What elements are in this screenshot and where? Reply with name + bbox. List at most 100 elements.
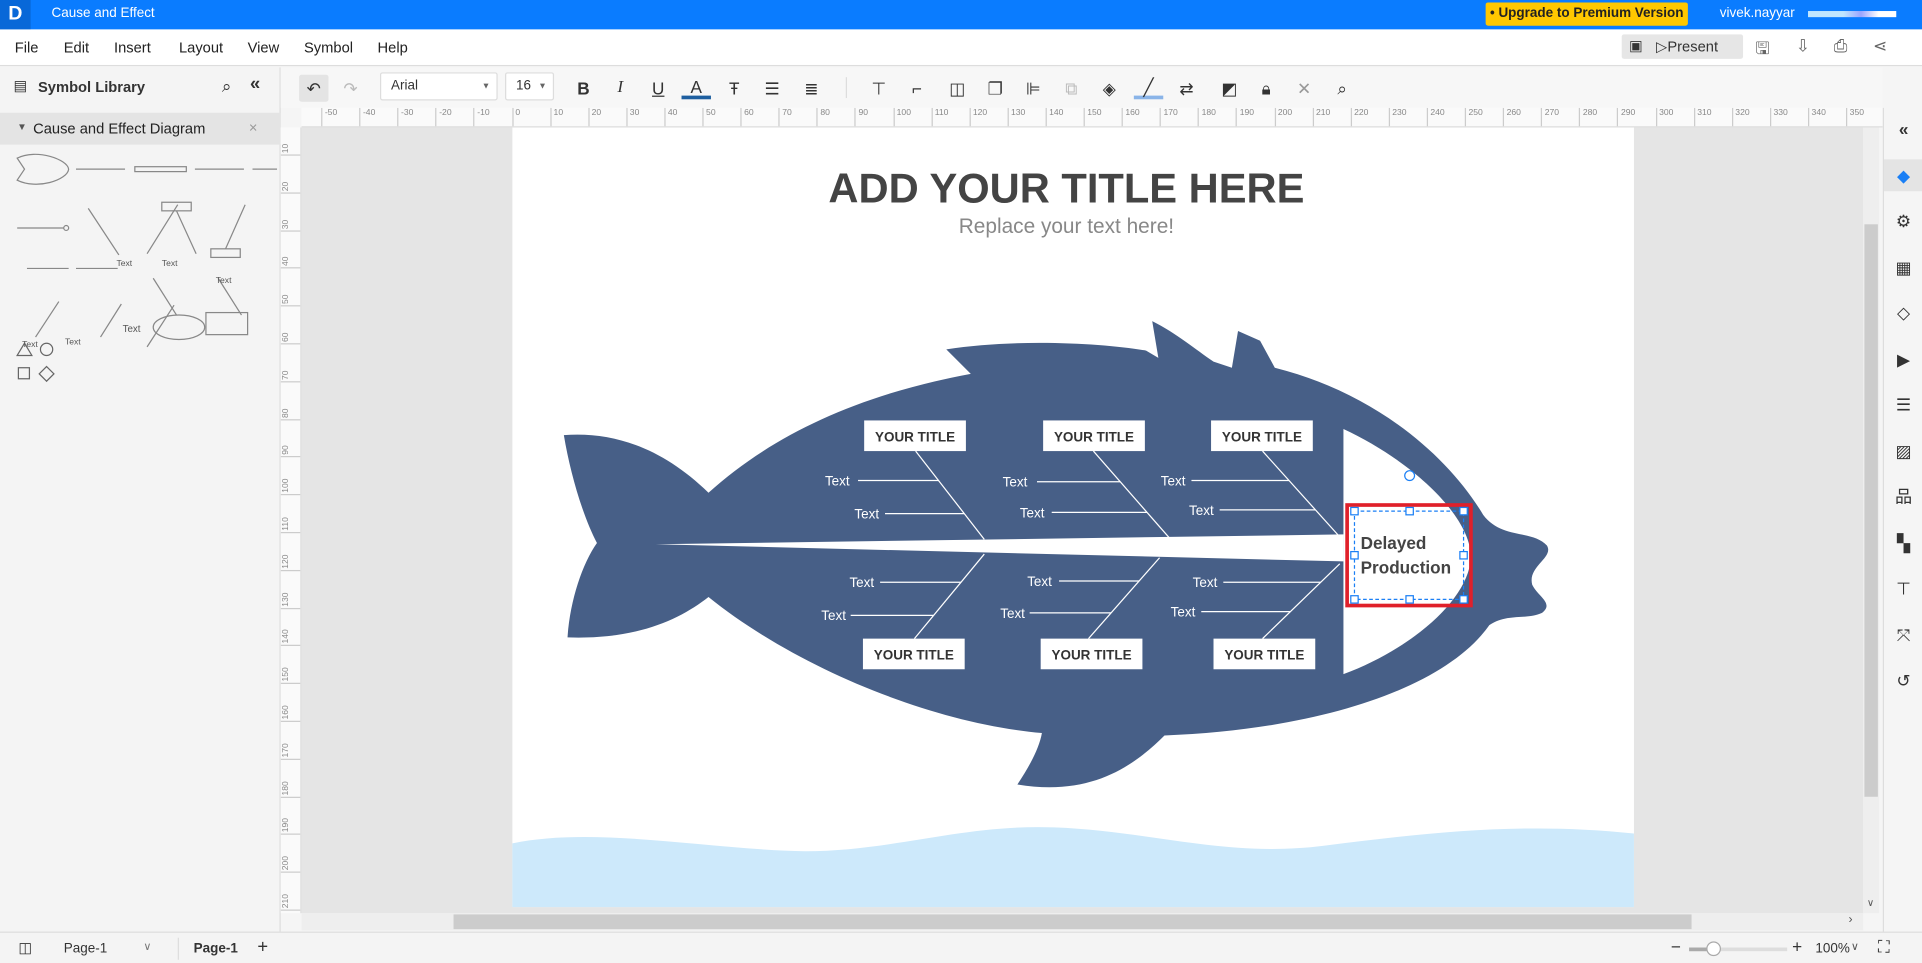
shape-text-bone-1[interactable] [152,277,178,316]
section-cause-effect[interactable]: ▼ Cause and Effect Diagram × [0,112,281,145]
menu-insert[interactable]: Insert [114,39,151,56]
add-page-icon[interactable]: + [257,936,268,957]
shape-fish[interactable] [16,153,70,185]
save-icon[interactable]: 🖫 [1755,36,1770,65]
duplicate-icon[interactable]: ❐ [981,75,1010,102]
download-icon[interactable]: ⇩ [1796,36,1810,57]
fill-icon[interactable]: ◆ [1884,158,1922,191]
shape-text-bone-4[interactable] [35,301,60,338]
presenter-icon[interactable]: ▣ [1629,37,1643,54]
scroll-down-icon[interactable]: ∨ [1867,897,1874,908]
spacing-icon[interactable]: ≣ [797,75,826,102]
database-icon[interactable]: ☰ [1884,389,1922,421]
ruler-tick-label: 40 [280,251,301,269]
connector-icon[interactable]: ⌐ [902,75,931,102]
italic-icon[interactable]: I [606,75,635,102]
shape-rectangle[interactable] [205,311,249,336]
present-button[interactable]: ▷Present [1656,38,1718,55]
redo-icon[interactable]: ↷ [336,75,365,102]
shape-square[interactable] [17,367,31,380]
text-box-icon[interactable]: ⊤ [864,75,893,102]
scroll-right-icon[interactable]: › [1848,913,1852,926]
page-tab[interactable]: Page-1 [194,941,238,956]
shape-text-label: Text [216,275,232,285]
vertical-scrollbar[interactable]: ∨ [1863,127,1880,914]
shape-diamond[interactable] [38,365,55,383]
zoom-slider-knob[interactable] [1706,941,1721,957]
zoom-level[interactable]: 100% [1815,941,1849,956]
search-icon[interactable]: ⌕ [222,76,232,97]
menu-symbol[interactable]: Symbol [304,39,353,56]
lock-icon[interactable]: 🔒︎ [1252,75,1281,102]
print-icon[interactable]: ⎙ [1834,36,1848,57]
mindmap-icon[interactable]: ⤧ [1884,618,1922,650]
shape-bone-1[interactable] [87,208,120,256]
close-icon[interactable]: × [249,119,258,136]
zoom-slider[interactable] [1689,941,1788,957]
page-layout-icon[interactable]: ◫ [18,939,32,956]
edit-icon[interactable]: ◩ [1215,75,1244,102]
collapse-icon[interactable]: « [1884,113,1922,145]
section-title: Cause and Effect Diagram [33,120,206,138]
horizontal-scrollbar[interactable]: › [301,913,1864,931]
shape-text-bone-5[interactable] [99,303,122,338]
presentation-icon[interactable]: ▶ [1884,343,1922,375]
collapse-icon[interactable]: « [250,74,260,95]
zoom-out-icon[interactable]: − [1671,936,1681,956]
shape-bone-box-2[interactable] [210,248,241,259]
page[interactable] [512,127,1634,908]
menu-view[interactable]: View [248,39,280,56]
shape-text-bone-6[interactable] [146,304,175,348]
canvas[interactable] [301,127,1864,914]
org-chart-icon[interactable]: 品 [1884,481,1922,513]
shape-circle[interactable] [39,342,54,357]
menu-layout[interactable]: Layout [179,39,223,56]
fullscreen-icon[interactable]: ⛶ [1878,936,1890,957]
line-color-icon[interactable]: ╱ [1133,75,1164,100]
chevron-down-icon[interactable]: ∨ [143,940,151,953]
font-color-icon[interactable]: A [681,75,711,100]
app-logo[interactable]: D [0,0,31,30]
shape-thick-arrow[interactable] [134,166,187,173]
grid-icon[interactable]: ▦ [1884,251,1922,283]
page-setup-icon[interactable]: ⚙ [1884,205,1922,237]
menu-help[interactable]: Help [378,39,408,56]
shape-gallery[interactable]: Text Text Text Text Text Text [0,153,281,398]
align-icon[interactable]: ☰ [758,75,787,102]
undo-icon[interactable]: ↶ [299,74,329,102]
tools-icon[interactable]: ✕ [1290,75,1319,102]
group-icon[interactable]: ⧉ [1057,75,1086,102]
share-icon[interactable]: ⋖ [1873,36,1887,57]
menu-edit[interactable]: Edit [64,39,89,56]
image-icon[interactable]: ▨ [1884,435,1922,467]
line-style-icon[interactable]: ⇄ [1172,75,1201,102]
search-icon[interactable]: ⌕ [1328,75,1357,102]
fill-icon[interactable]: ◈ [1095,75,1124,102]
horizontal-scroll-thumb[interactable] [453,914,1692,930]
ruler-tick-label: 210 [280,893,301,911]
ruler-tick-label: 120 [969,107,987,127]
font-size-select[interactable]: 16 ▼ [505,72,555,101]
user-name[interactable]: vivek.nayyar [1720,6,1795,21]
shape-bone-2[interactable] [146,204,179,255]
right-sidebar: « ◆ ⚙ ▦ ◇ ▶ ☰ ▨ 品 ▚ ⊤ ⤧ ↺ [1882,107,1922,932]
vertical-scroll-thumb[interactable] [1864,224,1878,797]
page-select[interactable]: Page-1 [64,941,107,956]
bold-icon[interactable]: B [569,75,598,102]
align-left-icon[interactable]: ⊫ [1019,75,1048,102]
menu-file[interactable]: File [15,39,39,56]
ruler-tick-label: 110 [280,516,301,534]
arrange-icon[interactable]: ◫ [943,75,972,102]
zoom-in-icon[interactable]: + [1792,936,1802,956]
ruler-tick-label: 90 [280,440,301,458]
layers-icon[interactable]: ◇ [1884,297,1922,329]
upgrade-button[interactable]: • Upgrade to Premium Version [1485,2,1688,26]
layout-icon[interactable]: ▚ [1884,526,1922,558]
history-icon[interactable]: ↺ [1884,664,1922,696]
shape-ellipse[interactable] [152,314,206,341]
timeline-icon[interactable]: ⊤ [1884,572,1922,604]
font-family-select[interactable]: Arial ▼ [379,72,498,101]
chevron-down-icon[interactable]: ∨ [1851,940,1859,953]
underline-icon[interactable]: U [644,75,673,102]
text-style-icon[interactable]: Ŧ [720,75,749,102]
